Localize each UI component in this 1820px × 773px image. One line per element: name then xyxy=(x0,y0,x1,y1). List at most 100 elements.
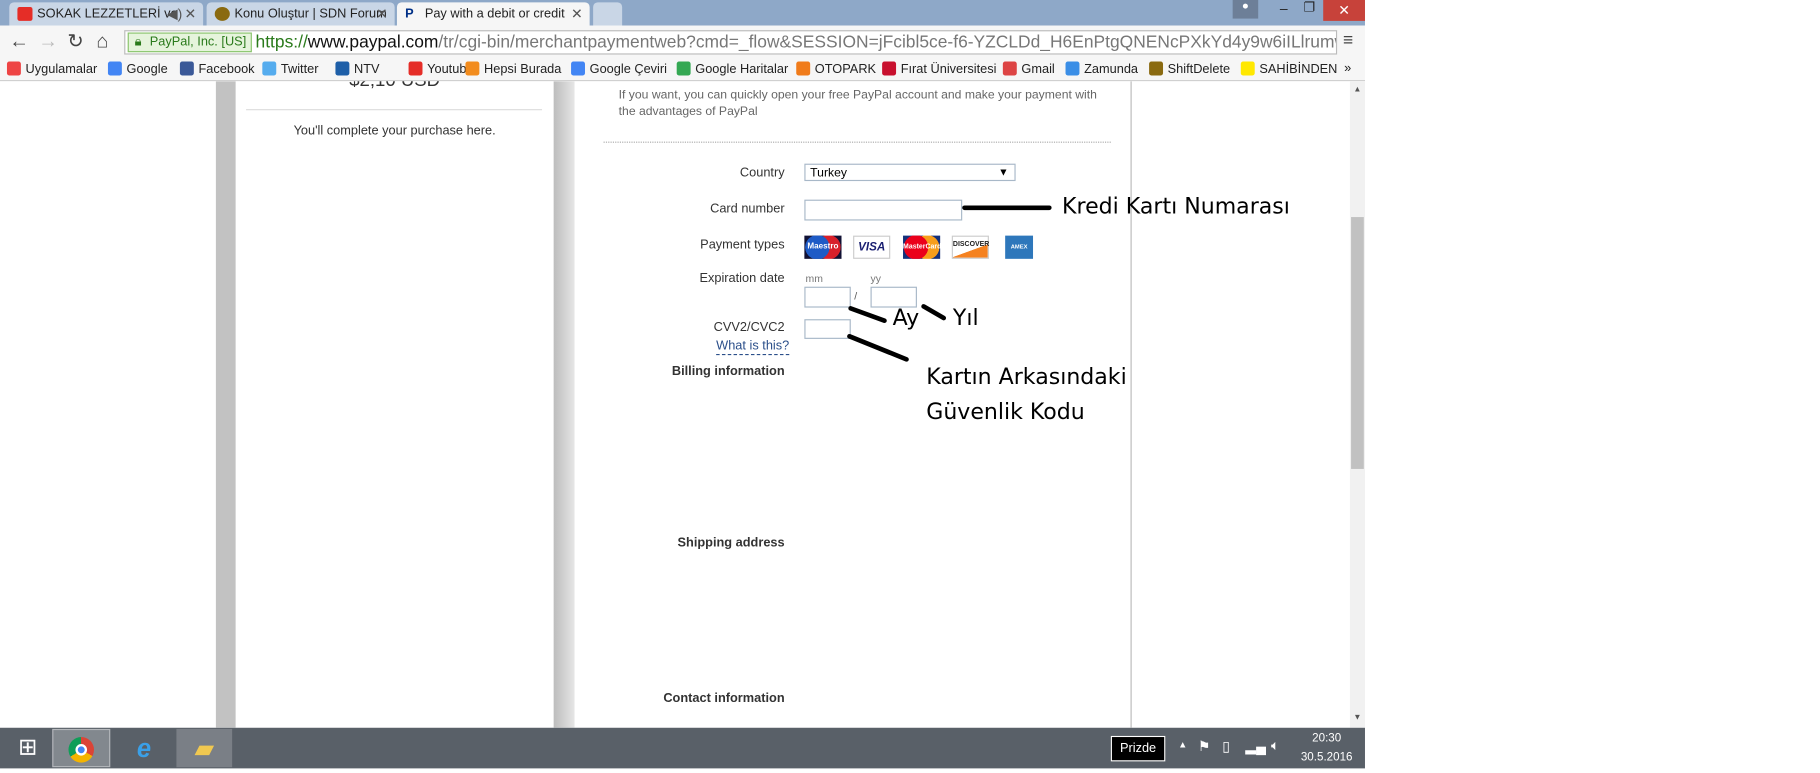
country-select[interactable]: Turkey ▼ xyxy=(804,163,1016,182)
ev-certificate-badge[interactable]: 🔒︎ PayPal, Inc. [US] xyxy=(127,32,253,53)
restore-button[interactable]: ❐ xyxy=(1295,0,1323,21)
speaker-icon[interactable]: ◀) xyxy=(167,6,182,22)
bookmark-item[interactable]: Youtube xyxy=(408,61,474,77)
card-name: VISA xyxy=(858,241,886,255)
scroll-up-icon[interactable]: ▲ xyxy=(1353,86,1361,94)
bookmark-item[interactable]: Google xyxy=(107,61,168,77)
tab-strip: SOKAK LEZZETLERİ ve ◀) ✕ Konu Oluştur | … xyxy=(0,0,1365,26)
bookmark-item[interactable]: Facebook xyxy=(179,61,255,77)
bookmark-item[interactable]: OTOPARK xyxy=(796,61,876,77)
bookmark-icon xyxy=(335,61,350,76)
contact-heading: Contact information xyxy=(663,691,785,706)
shipping-heading: Shipping address xyxy=(677,536,785,551)
tab-title: Pay with a debit or credit xyxy=(424,6,565,21)
bookmark-item[interactable]: Hepsi Burada xyxy=(465,61,561,77)
annotation-cvv: Kartın Arkasındaki xyxy=(926,364,1127,390)
cvv-input[interactable] xyxy=(804,319,851,339)
card-name: MasterCard xyxy=(903,243,942,251)
sdn-icon xyxy=(214,6,230,21)
annotation-card-number: Kredi Kartı Numarası xyxy=(1062,193,1290,220)
close-tab-icon[interactable]: ✕ xyxy=(184,6,196,22)
date-separator: / xyxy=(854,290,858,302)
bookmarks-overflow-button[interactable]: » xyxy=(1344,62,1351,76)
billing-heading: Billing information xyxy=(671,364,785,379)
user-icon[interactable]: ● xyxy=(1232,0,1259,19)
bookmark-icon xyxy=(1149,61,1164,76)
chrome-taskbar-button[interactable] xyxy=(52,728,111,768)
tab-youtube[interactable]: SOKAK LEZZETLERİ ve ◀) ✕ xyxy=(9,2,204,26)
bookmark-item[interactable]: Fırat Üniversitesi xyxy=(882,61,996,77)
address-bar[interactable]: 🔒︎ PayPal, Inc. [US] https://www.paypal.co… xyxy=(124,30,1338,55)
menu-icon[interactable]: ≡ xyxy=(1343,30,1353,50)
payment-types-label: Payment types xyxy=(700,237,785,252)
what-is-this-link[interactable]: What is this? xyxy=(716,339,790,356)
amex-logo: AMEX xyxy=(1005,235,1034,259)
close-window-button[interactable]: ✕ xyxy=(1323,0,1365,21)
reload-icon[interactable]: ↻ xyxy=(67,30,84,53)
tray-tooltip: Prizde xyxy=(1110,735,1166,762)
close-tab-icon[interactable]: ✕ xyxy=(376,6,388,22)
bookmark-item[interactable]: NTV xyxy=(335,61,380,77)
tab-title: SOKAK LEZZETLERİ ve xyxy=(37,6,178,21)
bookmark-label: Facebook xyxy=(198,62,255,77)
file-explorer-icon[interactable]: ▰ xyxy=(176,728,233,768)
volume-icon[interactable]: 🔈︎ xyxy=(1271,737,1279,754)
bookmark-icon xyxy=(1240,61,1255,76)
divider xyxy=(1130,81,1132,728)
chevron-down-icon: ▼ xyxy=(998,165,1009,178)
visa-logo: VISA xyxy=(853,235,891,259)
year-hint: yy xyxy=(870,272,881,285)
maestro-logo: Maestro xyxy=(804,235,842,259)
cvv-label: CVV2/CVC2 xyxy=(713,320,785,335)
bookmark-label: Zamunda xyxy=(1084,62,1139,77)
card-number-input[interactable] xyxy=(804,199,963,221)
card-name: DISCOVER xyxy=(952,241,990,249)
start-button[interactable]: ⊞ xyxy=(0,729,56,767)
bookmark-icon xyxy=(6,61,21,76)
annotation-line xyxy=(962,205,1052,211)
battery-icon[interactable]: ▯ xyxy=(1222,738,1230,754)
taskbar: ⊞ e ▰ Prizde ▲ ⚑ ▯ ▂▄ 🔈︎ 20:30 30.5.2016 xyxy=(0,727,1365,769)
bookmark-item[interactable]: Twitter xyxy=(262,61,319,77)
bookmark-icon xyxy=(408,61,423,76)
scroll-down-icon[interactable]: ▼ xyxy=(1353,714,1361,722)
bookmark-icon xyxy=(676,61,691,76)
clock-date[interactable]: 30.5.2016 xyxy=(1298,751,1356,764)
signal-icon[interactable]: ▂▄ xyxy=(1245,738,1266,754)
back-icon[interactable]: ← xyxy=(9,30,29,53)
forward-icon[interactable]: → xyxy=(38,30,58,53)
country-value: Turkey xyxy=(810,165,847,180)
new-tab-button[interactable] xyxy=(593,2,623,26)
bookmark-label: Google Çeviri xyxy=(589,62,667,77)
ie-icon[interactable]: e xyxy=(116,729,172,767)
scrollbar[interactable]: ▲ ▼ xyxy=(1349,81,1365,728)
minimize-button[interactable]: – xyxy=(1270,0,1298,21)
bookmark-item[interactable]: Zamunda xyxy=(1065,61,1139,77)
bookmark-item[interactable]: Google Çeviri xyxy=(571,61,667,77)
bookmark-icon xyxy=(465,61,480,76)
bookmark-item[interactable]: Uygulamalar xyxy=(6,61,98,77)
scrollbar-thumb[interactable] xyxy=(1351,217,1364,469)
bookmark-icon xyxy=(262,61,277,76)
show-hidden-icons[interactable]: ▲ xyxy=(1178,739,1187,749)
bookmark-item[interactable]: SAHİBİNDEN xyxy=(1240,61,1337,77)
bookmark-label: Uygulamalar xyxy=(25,62,98,77)
network-error-icon[interactable]: ⚑ xyxy=(1198,738,1210,754)
bookmark-icon xyxy=(1002,61,1017,76)
expiration-month-input[interactable] xyxy=(804,286,851,308)
annotation-month: Ay xyxy=(892,305,920,331)
home-icon[interactable]: ⌂ xyxy=(96,30,108,53)
close-tab-icon[interactable]: ✕ xyxy=(571,6,583,22)
bookmark-item[interactable]: ShiftDelete xyxy=(1149,61,1230,77)
bookmark-icon xyxy=(1065,61,1080,76)
intro-text: If you want, you can quickly open your f… xyxy=(618,88,1097,103)
bookmark-item[interactable]: Google Haritalar xyxy=(676,61,788,77)
bookmark-icon xyxy=(571,61,585,76)
annotation-line xyxy=(847,305,888,324)
intro-text: the advantages of PayPal xyxy=(618,104,758,119)
tab-sdn[interactable]: Konu Oluştur | SDN Forum ✕ xyxy=(206,2,395,26)
bookmark-item[interactable]: Gmail xyxy=(1002,61,1055,77)
tab-paypal[interactable]: P Pay with a debit or credit ✕ xyxy=(396,2,590,26)
annotation-line xyxy=(846,333,910,363)
clock-time[interactable]: 20:30 xyxy=(1298,732,1356,745)
